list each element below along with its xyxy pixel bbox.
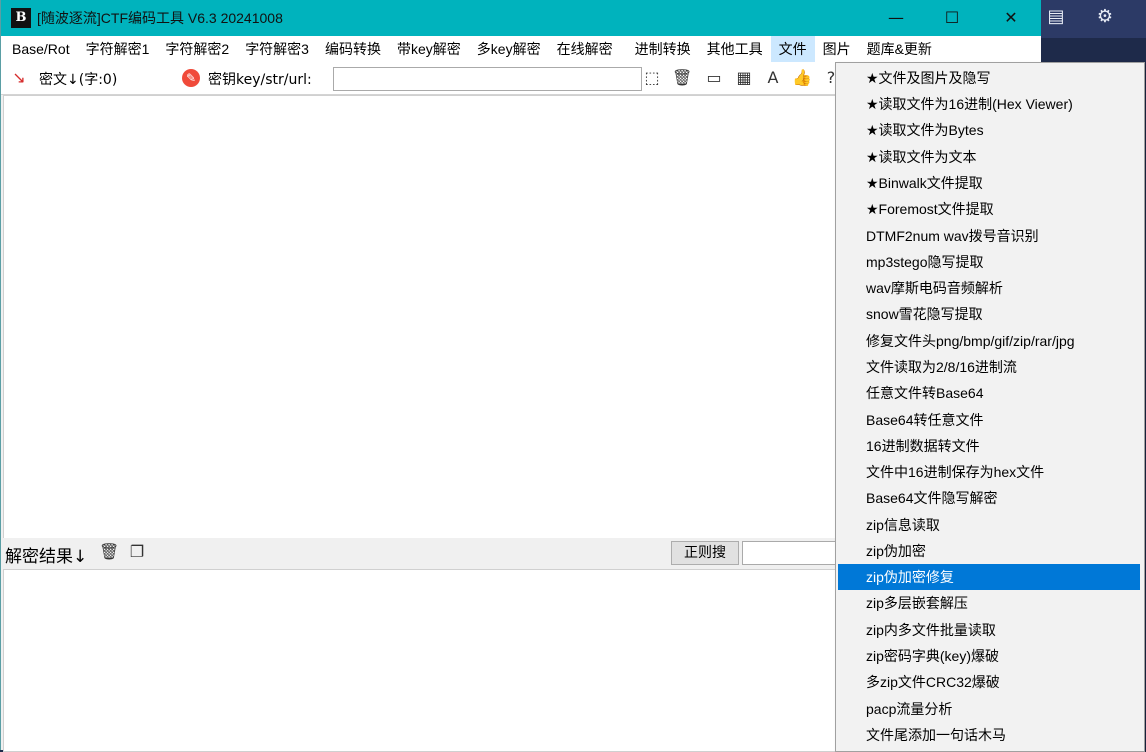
minimize-button[interactable]: —	[867, 0, 925, 36]
file-menu-dropdown: ★文件及图片及隐写 ★读取文件为16进制(Hex Viewer) ★读取文件为B…	[835, 62, 1145, 752]
paste-icon[interactable]: ↘	[10, 69, 28, 87]
menu-bar: Base/Rot 字符解密1 字符解密2 字符解密3 编码转换 带key解密 多…	[1, 36, 1041, 62]
thumbs-up-icon[interactable]: 👍	[792, 68, 812, 88]
result-trash-icon[interactable]: 🗑	[99, 542, 119, 562]
file-menu-item[interactable]: 多zip文件CRC32爆破	[838, 669, 1140, 695]
menu-question-bank-update[interactable]: 题库&更新	[859, 36, 940, 62]
clear-key-icon[interactable]: ✎	[182, 69, 200, 87]
menu-encoding-convert[interactable]: 编码转换	[317, 36, 389, 62]
close-button[interactable]: ✕	[982, 0, 1040, 36]
menu-key-decrypt[interactable]: 带key解密	[389, 36, 469, 62]
file-menu-item[interactable]: wav摩斯电码音频解析	[838, 275, 1140, 301]
key-label: 密钥key/str/url:	[208, 72, 312, 88]
file-menu-item[interactable]: mp3stego隐写提取	[838, 249, 1140, 275]
app-logo-icon: B	[11, 8, 31, 28]
window-title: [随波逐流]CTF编码工具 V6.3 20241008	[37, 10, 283, 26]
file-menu-item[interactable]: 16进制数据转文件	[838, 433, 1140, 459]
file-menu-item[interactable]: ★文件及图片及隐写	[838, 65, 1140, 91]
terminal-icon[interactable]: ▭	[704, 68, 724, 88]
file-menu-item[interactable]: zip多层嵌套解压	[838, 590, 1140, 616]
regex-search-button[interactable]: 正则搜	[671, 541, 739, 565]
file-menu-item[interactable]: ★Foremost文件提取	[838, 196, 1140, 222]
extension-icon: ⚙	[1096, 6, 1114, 27]
menu-file[interactable]: 文件	[770, 36, 815, 62]
menu-char-decrypt-1[interactable]: 字符解密1	[78, 36, 158, 62]
file-menu-item[interactable]: zip内多文件批量读取	[838, 617, 1140, 643]
file-menu-item[interactable]: 文件中16进制保存为hex文件	[838, 459, 1140, 485]
title-bar: B [随波逐流]CTF编码工具 V6.3 20241008 — ☐ ✕	[1, 0, 1041, 36]
file-menu-item[interactable]: pacp流量分析	[838, 696, 1140, 722]
menu-base-convert[interactable]: 进制转换	[621, 36, 699, 62]
maximize-button[interactable]: ☐	[923, 0, 981, 36]
notebook-icon: ▤	[1047, 6, 1065, 27]
select-cursor-icon[interactable]: ⬚	[642, 68, 662, 88]
background-window-strip: ▤ ⚙	[1040, 0, 1146, 38]
menu-other-tools[interactable]: 其他工具	[699, 36, 771, 62]
menu-multi-key-decrypt[interactable]: 多key解密	[469, 36, 549, 62]
file-menu-item[interactable]: 文件读取为2/8/16进制流	[838, 354, 1140, 380]
file-menu-item[interactable]: ★读取文件为Bytes	[838, 117, 1140, 143]
file-menu-item[interactable]: ★读取文件为文本	[838, 144, 1140, 170]
menu-online-decrypt[interactable]: 在线解密	[549, 36, 621, 62]
file-menu-item[interactable]: 修复文件头png/bmp/gif/zip/rar/jpg	[838, 328, 1140, 354]
file-menu-item[interactable]: snow雪花隐写提取	[838, 301, 1140, 327]
file-menu-item[interactable]: ★读取文件为16进制(Hex Viewer)	[838, 91, 1140, 117]
menu-char-decrypt-3[interactable]: 字符解密3	[237, 36, 317, 62]
key-input[interactable]	[333, 67, 642, 91]
file-menu-item[interactable]: 任意文件转Base64	[838, 380, 1140, 406]
result-label: 解密结果↓	[5, 547, 88, 567]
regex-search-input[interactable]	[742, 541, 844, 565]
file-menu-item[interactable]: zip伪加密	[838, 538, 1140, 564]
file-menu-item[interactable]: DTMF2num wav拨号音识别	[838, 223, 1140, 249]
menu-image[interactable]: 图片	[815, 36, 859, 62]
file-menu-item[interactable]: Base64文件隐写解密	[838, 485, 1140, 511]
trash-icon[interactable]: 🗑	[672, 68, 692, 88]
table-icon[interactable]: ▦	[734, 68, 754, 88]
file-menu-item[interactable]: Base64转任意文件	[838, 407, 1140, 433]
menu-base-rot[interactable]: Base/Rot	[1, 36, 78, 62]
file-menu-item-highlighted[interactable]: zip伪加密修复	[838, 564, 1140, 590]
file-menu-item[interactable]: ★Binwalk文件提取	[838, 170, 1140, 196]
file-menu-item[interactable]: 文件尾添加一句话木马	[838, 722, 1140, 748]
font-icon[interactable]: A	[763, 68, 783, 88]
cipher-label: 密文↓(字:0)	[39, 72, 118, 88]
menu-char-decrypt-2[interactable]: 字符解密2	[157, 36, 237, 62]
file-menu-item[interactable]: zip信息读取	[838, 512, 1140, 538]
file-menu-item[interactable]: zip密码字典(key)爆破	[838, 643, 1140, 669]
copy-icon[interactable]: ❐	[127, 542, 147, 562]
